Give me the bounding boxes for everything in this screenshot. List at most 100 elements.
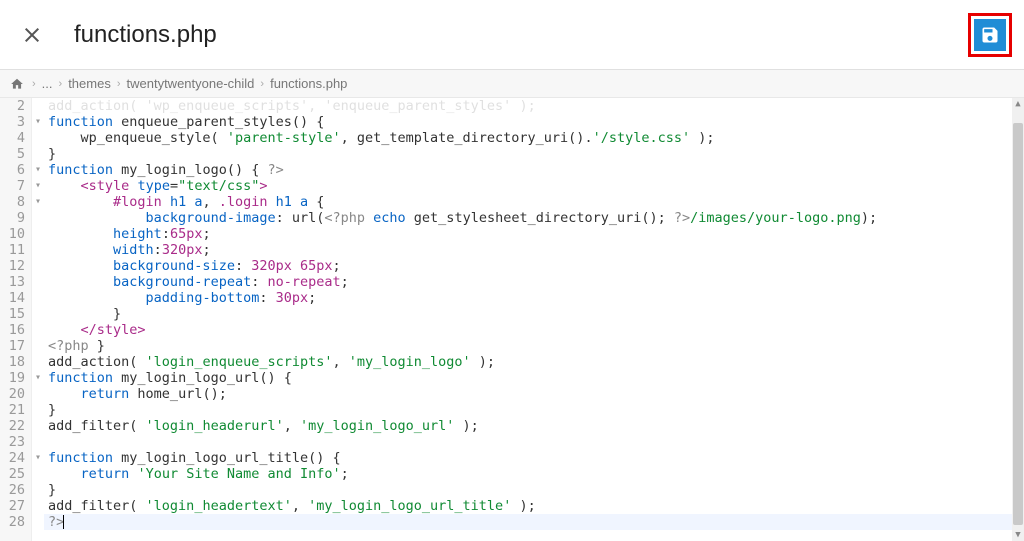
fold-marker-icon: [32, 242, 44, 258]
line-number: 3: [0, 114, 25, 130]
code-line[interactable]: function enqueue_parent_styles() {: [44, 114, 1012, 130]
line-number: 15: [0, 306, 25, 322]
fold-marker-icon: [32, 338, 44, 354]
chevron-right-icon: ›: [32, 78, 36, 90]
scroll-up-arrow-icon[interactable]: ▲: [1012, 98, 1024, 110]
file-title: functions.php: [74, 21, 217, 49]
line-number: 23: [0, 434, 25, 450]
code-line[interactable]: }: [44, 146, 1012, 162]
breadcrumb-item[interactable]: functions.php: [270, 76, 347, 91]
line-number: 10: [0, 226, 25, 242]
code-line[interactable]: <?php }: [44, 338, 1012, 354]
fold-marker-icon: [32, 98, 44, 114]
fold-marker-icon[interactable]: ▾: [32, 114, 44, 130]
line-number: 20: [0, 386, 25, 402]
code-line[interactable]: return home_url();: [44, 386, 1012, 402]
home-icon[interactable]: [10, 77, 24, 91]
code-line[interactable]: function my_login_logo() { ?>: [44, 162, 1012, 178]
breadcrumb: › ... › themes › twentytwentyone-child ›…: [0, 70, 1024, 98]
scroll-thumb[interactable]: [1013, 123, 1023, 525]
code-line[interactable]: wp_enqueue_style( 'parent-style', get_te…: [44, 130, 1012, 146]
line-number: 11: [0, 242, 25, 258]
fold-marker-icon: [32, 418, 44, 434]
code-line[interactable]: background-image: url(<?php echo get_sty…: [44, 210, 1012, 226]
line-number: 19: [0, 370, 25, 386]
line-number: 14: [0, 290, 25, 306]
code-line[interactable]: return 'Your Site Name and Info';: [44, 466, 1012, 482]
code-line[interactable]: add_filter( 'login_headerurl', 'my_login…: [44, 418, 1012, 434]
code-line[interactable]: background-repeat: no-repeat;: [44, 274, 1012, 290]
fold-marker-icon[interactable]: ▾: [32, 178, 44, 194]
code-editor[interactable]: 2345678910111213141516171819202122232425…: [0, 98, 1024, 541]
fold-marker-icon[interactable]: ▾: [32, 450, 44, 466]
line-number: 13: [0, 274, 25, 290]
close-icon[interactable]: [12, 15, 52, 55]
line-number: 4: [0, 130, 25, 146]
fold-marker-icon[interactable]: ▾: [32, 370, 44, 386]
line-number: 12: [0, 258, 25, 274]
line-number: 8: [0, 194, 25, 210]
code-line[interactable]: add_action( 'login_enqueue_scripts', 'my…: [44, 354, 1012, 370]
line-number-gutter: 2345678910111213141516171819202122232425…: [0, 98, 32, 541]
fold-marker-icon: [32, 146, 44, 162]
fold-marker-icon[interactable]: ▾: [32, 194, 44, 210]
fold-marker-icon: [32, 130, 44, 146]
line-number: 5: [0, 146, 25, 162]
fold-marker-icon[interactable]: ▾: [32, 162, 44, 178]
code-line[interactable]: height:65px;: [44, 226, 1012, 242]
code-line[interactable]: add_filter( 'login_headertext', 'my_logi…: [44, 498, 1012, 514]
code-line[interactable]: padding-bottom: 30px;: [44, 290, 1012, 306]
line-number: 6: [0, 162, 25, 178]
breadcrumb-item[interactable]: twentytwentyone-child: [127, 76, 255, 91]
fold-marker-icon: [32, 290, 44, 306]
fold-marker-icon: [32, 322, 44, 338]
line-number: 16: [0, 322, 25, 338]
code-line[interactable]: }: [44, 306, 1012, 322]
code-line[interactable]: add_action( 'wp_enqueue_scripts', 'enque…: [44, 98, 1012, 114]
code-line[interactable]: </style>: [44, 322, 1012, 338]
breadcrumb-ellipsis[interactable]: ...: [42, 76, 53, 91]
fold-marker-icon: [32, 402, 44, 418]
scroll-down-arrow-icon[interactable]: ▼: [1012, 529, 1024, 541]
line-number: 21: [0, 402, 25, 418]
code-line[interactable]: <style type="text/css">: [44, 178, 1012, 194]
fold-marker-icon: [32, 498, 44, 514]
line-number: 28: [0, 514, 25, 530]
code-line[interactable]: width:320px;: [44, 242, 1012, 258]
code-line[interactable]: function my_login_logo_url_title() {: [44, 450, 1012, 466]
chevron-right-icon: ›: [59, 78, 63, 90]
chevron-right-icon: ›: [260, 78, 264, 90]
line-number: 27: [0, 498, 25, 514]
line-number: 9: [0, 210, 25, 226]
code-content[interactable]: add_action( 'wp_enqueue_scripts', 'enque…: [44, 98, 1012, 541]
fold-marker-icon: [32, 210, 44, 226]
line-number: 25: [0, 466, 25, 482]
code-line[interactable]: function my_login_logo_url() {: [44, 370, 1012, 386]
fold-marker-icon: [32, 482, 44, 498]
line-number: 24: [0, 450, 25, 466]
line-number: 22: [0, 418, 25, 434]
save-button[interactable]: [968, 13, 1012, 57]
fold-marker-icon: [32, 386, 44, 402]
code-line[interactable]: #login h1 a, .login h1 a {: [44, 194, 1012, 210]
editor-header: functions.php: [0, 0, 1024, 70]
code-line[interactable]: background-size: 320px 65px;: [44, 258, 1012, 274]
chevron-right-icon: ›: [117, 78, 121, 90]
vertical-scrollbar[interactable]: ▲ ▼: [1012, 98, 1024, 541]
code-line[interactable]: }: [44, 402, 1012, 418]
fold-marker-icon: [32, 274, 44, 290]
code-line[interactable]: }: [44, 482, 1012, 498]
fold-marker-icon: [32, 466, 44, 482]
fold-marker-icon: [32, 354, 44, 370]
line-number: 2: [0, 98, 25, 114]
breadcrumb-item[interactable]: themes: [68, 76, 111, 91]
code-line[interactable]: [44, 434, 1012, 450]
fold-marker-icon: [32, 434, 44, 450]
line-number: 18: [0, 354, 25, 370]
save-icon: [974, 19, 1006, 51]
fold-marker-icon: [32, 306, 44, 322]
code-line[interactable]: ?>: [44, 514, 1012, 530]
fold-marker-icon: [32, 226, 44, 242]
fold-gutter[interactable]: ▾▾▾▾▾▾: [32, 98, 44, 541]
line-number: 7: [0, 178, 25, 194]
